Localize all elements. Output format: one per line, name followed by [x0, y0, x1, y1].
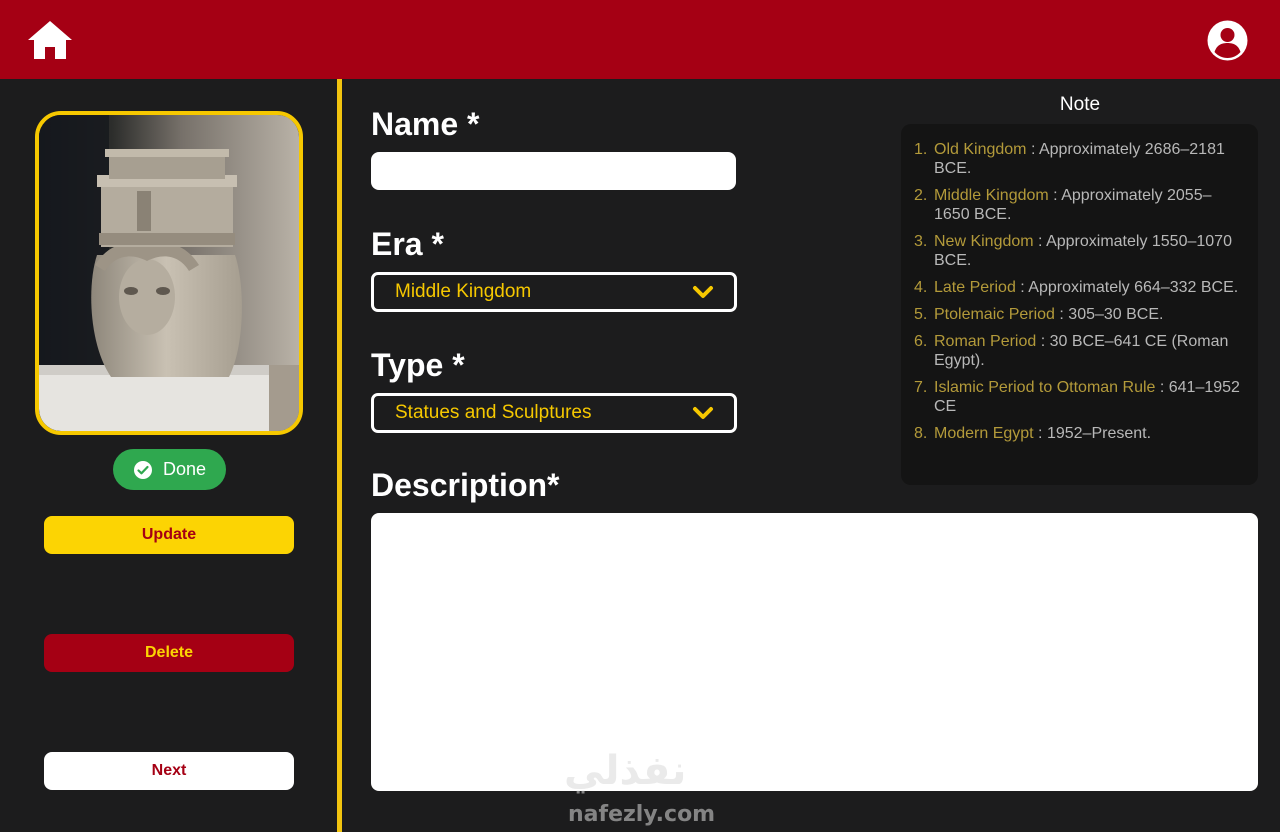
home-icon	[28, 21, 72, 59]
list-item-era: Ptolemaic Period	[934, 306, 1055, 323]
era-select[interactable]: Middle Kingdom	[371, 272, 737, 312]
check-circle-icon	[133, 460, 152, 479]
user-account-button[interactable]	[1206, 19, 1249, 62]
list-item-number: 4.	[914, 279, 928, 296]
list-item-number: 6.	[914, 333, 928, 350]
list-item-number: 3.	[914, 233, 928, 250]
top-navigation-bar	[0, 0, 1280, 79]
description-label: Description*	[371, 467, 560, 503]
list-item-era: Modern Egypt	[934, 425, 1034, 442]
list-item-dates: : 305–30 BCE.	[1054, 306, 1164, 323]
status-badge: Done	[113, 449, 226, 490]
next-button[interactable]: Next	[44, 752, 294, 790]
chevron-down-icon	[693, 407, 713, 419]
era-reference-list: 1. Old Kingdom : Approximately 2686–2181 …	[914, 140, 1246, 443]
list-item: 3. New Kingdom : Approximately 1550–1070 …	[914, 232, 1246, 270]
list-item: 1. Old Kingdom : Approximately 2686–2181 …	[914, 140, 1246, 178]
list-item-era: Roman Period	[934, 333, 1037, 350]
watermark-latin: nafezly.com	[568, 802, 716, 827]
home-button[interactable]	[26, 19, 74, 61]
list-item: 8. Modern Egypt : 1952–Present.	[914, 424, 1246, 443]
panel-divider	[337, 79, 342, 832]
list-item-number: 7.	[914, 379, 928, 396]
update-button[interactable]: Update	[44, 516, 294, 554]
type-label: Type *	[371, 347, 465, 383]
chevron-down-icon	[693, 286, 713, 298]
watermark-logo: نفذلي nafezly.com	[560, 748, 730, 832]
list-item-number: 5.	[914, 306, 928, 323]
list-item-era: Old Kingdom	[934, 141, 1027, 158]
list-item: 6. Roman Period : 30 BCE–641 CE (Roman Eg…	[914, 332, 1246, 370]
type-select[interactable]: Statues and Sculptures	[371, 393, 737, 433]
list-item-era: New Kingdom	[934, 233, 1034, 250]
list-item-number: 1.	[914, 141, 928, 158]
name-input[interactable]	[371, 152, 736, 190]
list-item-dates: : Approximately 664–332 BCE.	[1015, 279, 1239, 296]
list-item-number: 8.	[914, 425, 928, 442]
status-badge-label: Done	[162, 459, 207, 479]
description-textarea[interactable]	[371, 513, 1258, 791]
name-label: Name *	[371, 106, 480, 142]
watermark-arabic: نفذلي	[564, 748, 687, 794]
list-item: 2. Middle Kingdom : Approximately 2055–16…	[914, 186, 1246, 224]
list-item-era: Islamic Period to Ottoman Rule	[934, 379, 1156, 396]
list-item-era: Late Period	[934, 279, 1016, 296]
artifact-image	[39, 115, 299, 431]
era-label: Era *	[371, 226, 444, 262]
list-item-number: 2.	[914, 187, 928, 204]
era-selected-value: Middle Kingdom	[395, 281, 532, 302]
list-item-dates: : 1952–Present.	[1033, 425, 1152, 442]
artifact-photo	[35, 111, 303, 435]
user-account-icon	[1207, 20, 1248, 61]
list-item-era: Middle Kingdom	[934, 187, 1049, 204]
list-item: 4. Late Period : Approximately 664–332 BC…	[914, 278, 1246, 297]
delete-button[interactable]: Delete	[44, 634, 294, 672]
type-selected-value: Statues and Sculptures	[395, 402, 592, 423]
note-panel: 1. Old Kingdom : Approximately 2686–2181 …	[901, 124, 1258, 485]
note-title: Note	[1059, 94, 1101, 115]
list-item: 5. Ptolemaic Period : 305–30 BCE.	[914, 305, 1246, 324]
list-item: 7. Islamic Period to Ottoman Rule : 641–1…	[914, 378, 1246, 416]
